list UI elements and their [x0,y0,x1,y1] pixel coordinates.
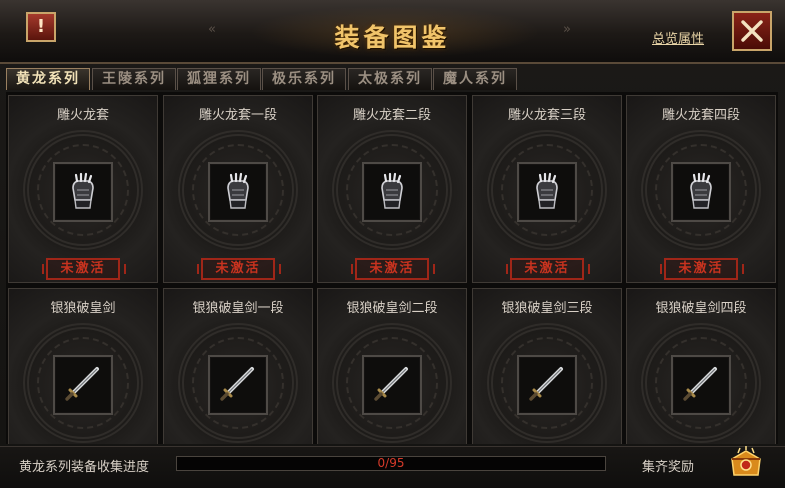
equipment-card: 银狼破皇剑 [8,288,158,444]
equipment-codex-window: ! « 装备图鉴 » 总览属性 黄龙系列 王陵系列 狐狸系列 极乐系列 太极系列 魔人系列… [0,0,785,488]
sword-icon [529,367,563,401]
sword-icon [374,367,408,401]
equipment-name: 雕火龙套一段 [198,108,277,123]
series-tab[interactable]: 王陵系列 [92,68,176,90]
equipment-card: 银狼破皇剑四段 [626,288,776,444]
equipment-grid: 雕火龙套 未激活 雕火龙套一段 未激活 雕火龙套二段 未激活 雕火龙套三段 未激活 雕火龙套四段… [6,92,778,444]
close-button[interactable] [732,11,772,51]
equipment-name: 雕火龙套二段 [352,108,431,123]
sword-icon [683,367,717,401]
series-tab[interactable]: 狐狸系列 [177,68,261,90]
inactive-status-stamp: 未激活 [42,258,126,280]
equipment-name: 银狼破皇剑二段 [346,301,438,316]
equipment-slot[interactable] [53,162,113,222]
footer-bar: 黄龙系列装备收集进度 0/95 集齐奖励 [0,446,785,488]
sword-icon [65,367,99,401]
equipment-slot[interactable] [208,355,268,415]
equipment-slot[interactable] [53,355,113,415]
equipment-slot[interactable] [362,162,422,222]
series-tab[interactable]: 太极系列 [348,68,432,90]
equipment-slot[interactable] [208,162,268,222]
equipment-slot[interactable] [362,355,422,415]
series-tab[interactable]: 黄龙系列 [6,68,90,90]
inactive-status-stamp: 未激活 [197,258,281,280]
equipment-slot[interactable] [517,162,577,222]
sword-icon [220,367,254,401]
equipment-card: 银狼破皇剑三段 [472,288,622,444]
equipment-slot[interactable] [517,355,577,415]
inactive-status-stamp: 未激活 [660,258,744,280]
inactive-status-stamp: 未激活 [351,258,435,280]
collection-reward-label: 集齐奖励 [642,460,695,475]
equipment-name: 银狼破皇剑 [50,301,116,316]
series-tab[interactable]: 极乐系列 [262,68,346,90]
equipment-name: 雕火龙套三段 [507,108,586,123]
gauntlet-icon [690,172,712,209]
equipment-slot[interactable] [671,355,731,415]
collection-progress-bar: 0/95 [176,456,606,471]
progress-text: 0/95 [377,456,405,470]
gauntlet-icon [72,172,94,209]
equipment-card: 雕火龙套四段 未激活 [626,95,776,283]
equipment-name: 银狼破皇剑四段 [655,301,747,316]
gauntlet-icon [381,172,403,209]
equipment-card: 雕火龙套二段 未激活 [317,95,467,283]
equipment-name: 银狼破皇剑三段 [501,301,593,316]
equipment-card: 雕火龙套三段 未激活 [472,95,622,283]
header-bar: ! « 装备图鉴 » 总览属性 [0,0,785,64]
equipment-card: 雕火龙套 未激活 [8,95,158,283]
equipment-card: 雕火龙套一段 未激活 [163,95,313,283]
gauntlet-icon [536,172,558,209]
inactive-status-stamp: 未激活 [506,258,590,280]
right-chevron-ornament-icon: » [563,22,571,37]
collection-progress-label: 黄龙系列装备收集进度 [19,460,150,475]
series-tab[interactable]: 魔人系列 [433,68,517,90]
equipment-card: 银狼破皇剑二段 [317,288,467,444]
equipment-name: 银狼破皇剑一段 [192,301,284,316]
equipment-name: 雕火龙套四段 [661,108,740,123]
reward-chest-icon[interactable] [726,445,766,481]
equipment-card: 银狼破皇剑一段 [163,288,313,444]
gauntlet-icon [227,172,249,209]
equipment-slot[interactable] [671,162,731,222]
equipment-name: 雕火龙套 [56,108,109,123]
close-icon [741,20,763,42]
overview-attributes-link[interactable]: 总览属性 [652,28,704,47]
